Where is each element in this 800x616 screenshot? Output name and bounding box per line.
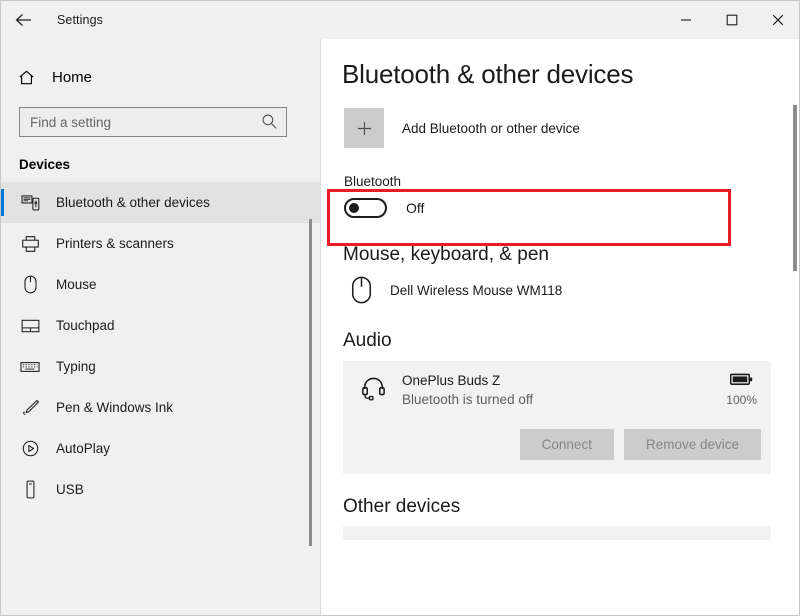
page-title: Bluetooth & other devices: [342, 59, 800, 90]
bluetooth-state-label: Off: [406, 200, 424, 216]
maximize-button[interactable]: [709, 1, 755, 39]
bluetooth-label: Bluetooth: [344, 174, 800, 189]
mouse-icon: [344, 276, 378, 304]
home-label: Home: [52, 69, 92, 86]
sidebar-section-title: Devices: [19, 157, 320, 172]
mouse-icon: [19, 275, 41, 294]
device-name: Dell Wireless Mouse WM118: [390, 283, 562, 298]
content-scrollbar[interactable]: [793, 105, 797, 271]
add-device-label: Add Bluetooth or other device: [402, 121, 580, 136]
sidebar-item-label: USB: [56, 482, 84, 497]
maximize-icon: [726, 14, 738, 26]
sidebar-item-label: Typing: [56, 359, 96, 374]
sidebar-item-typing[interactable]: Typing: [1, 346, 320, 387]
device-row-mouse[interactable]: Dell Wireless Mouse WM118: [344, 276, 800, 304]
touchpad-icon: [19, 318, 41, 334]
battery-indicator: 100%: [726, 373, 757, 407]
audio-device-card[interactable]: OnePlus Buds Z Bluetooth is turned off 1…: [343, 361, 771, 474]
main-content: Bluetooth & other devices Add Bluetooth …: [322, 39, 800, 616]
search-input[interactable]: [20, 108, 260, 136]
audio-section-heading: Audio: [343, 330, 800, 352]
close-button[interactable]: [755, 1, 800, 39]
headset-icon: [354, 373, 392, 401]
printer-icon: [19, 235, 41, 253]
sidebar-item-label: Pen & Windows Ink: [56, 400, 173, 415]
search-icon: [261, 113, 278, 135]
sidebar-item-label: Printers & scanners: [56, 236, 174, 251]
settings-window: Settings Home: [0, 0, 800, 616]
back-button[interactable]: [1, 1, 45, 39]
keyboard-icon: [19, 360, 41, 374]
other-section-heading: Other devices: [343, 496, 800, 518]
bluetooth-toggle-section: Bluetooth Off: [344, 174, 800, 218]
sidebar-item-usb[interactable]: USB: [1, 469, 320, 510]
title-bar: Settings: [1, 1, 800, 39]
audio-device-text: OnePlus Buds Z Bluetooth is turned off: [402, 373, 533, 407]
mouse-section-heading: Mouse, keyboard, & pen: [343, 244, 800, 266]
connect-button[interactable]: Connect: [520, 429, 614, 460]
sidebar-item-touchpad[interactable]: Touchpad: [1, 305, 320, 346]
window-title: Settings: [57, 13, 103, 27]
sidebar-item-bluetooth-other-devices[interactable]: Bluetooth & other devices: [1, 182, 320, 223]
battery-percent: 100%: [726, 393, 757, 407]
pen-icon: [19, 398, 41, 417]
sidebar-item-label: Touchpad: [56, 318, 115, 333]
close-icon: [772, 14, 784, 26]
back-arrow-icon: [15, 13, 32, 27]
audio-device-actions: Connect Remove device: [343, 429, 771, 460]
other-device-card[interactable]: [343, 526, 771, 540]
audio-device-info: OnePlus Buds Z Bluetooth is turned off: [343, 373, 771, 407]
sidebar-item-label: Bluetooth & other devices: [56, 195, 210, 210]
sidebar-item-printers-scanners[interactable]: Printers & scanners: [1, 223, 320, 264]
bluetooth-devices-icon: [19, 194, 41, 211]
home-icon: [17, 68, 36, 87]
window-controls: [663, 1, 800, 39]
audio-device-status: Bluetooth is turned off: [402, 392, 533, 407]
sidebar-item-label: Mouse: [56, 277, 97, 292]
toggle-knob: [349, 203, 359, 213]
sidebar-item-pen-windows-ink[interactable]: Pen & Windows Ink: [1, 387, 320, 428]
remove-device-button[interactable]: Remove device: [624, 429, 761, 460]
sidebar-item-home[interactable]: Home: [1, 59, 320, 95]
minimize-icon: [680, 14, 692, 26]
sidebar: Home Devices: [1, 39, 321, 616]
sidebar-item-label: AutoPlay: [56, 441, 110, 456]
sidebar-item-autoplay[interactable]: AutoPlay: [1, 428, 320, 469]
plus-icon: [344, 108, 384, 148]
sidebar-scrollbar[interactable]: [309, 219, 312, 546]
audio-device-name: OnePlus Buds Z: [402, 373, 533, 388]
sidebar-nav-list: Bluetooth & other devices Printers & sca…: [1, 182, 320, 510]
sidebar-item-mouse[interactable]: Mouse: [1, 264, 320, 305]
usb-icon: [19, 480, 41, 499]
bluetooth-toggle-row: Off: [344, 198, 800, 218]
battery-full-icon: [730, 373, 753, 386]
search-box[interactable]: [19, 107, 287, 137]
minimize-button[interactable]: [663, 1, 709, 39]
autoplay-icon: [19, 439, 41, 458]
bluetooth-toggle[interactable]: [344, 198, 387, 218]
add-device-button[interactable]: Add Bluetooth or other device: [344, 108, 800, 148]
